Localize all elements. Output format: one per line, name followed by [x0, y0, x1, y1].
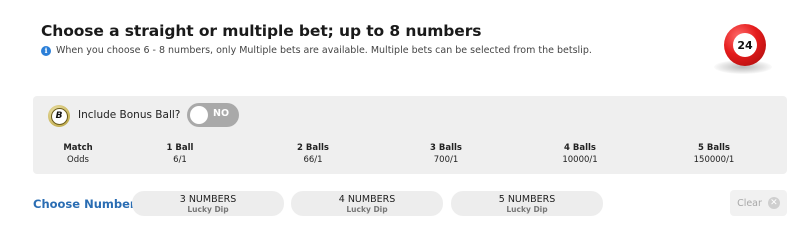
- odds-value: 10000/1: [562, 155, 598, 165]
- odds-value: 150000/1: [693, 155, 735, 165]
- odds-heading: 2 Balls: [297, 143, 329, 153]
- odds-value: 66/1: [303, 155, 323, 165]
- clear-button[interactable]: Clear ✕: [730, 190, 787, 216]
- lucky-dip-subtitle: Lucky Dip: [506, 205, 548, 214]
- lucky-dip-title: 3 NUMBERS: [179, 194, 237, 205]
- bonus-ball-icon: B: [48, 105, 70, 127]
- bonus-ball-letter: B: [50, 107, 68, 125]
- lucky-dip-subtitle: Lucky Dip: [346, 205, 388, 214]
- odds-heading: 3 Balls: [430, 143, 462, 153]
- lucky-dip-title: 5 NUMBERS: [498, 194, 556, 205]
- lucky-dip-subtitle: Lucky Dip: [187, 205, 229, 214]
- toggle-state-label: NO: [213, 108, 230, 119]
- bonus-odds-panel: B Include Bonus Ball? NO Match Odds 1 Ba…: [33, 96, 787, 174]
- choose-numbers-label: Choose Numbers: [33, 197, 143, 211]
- odds-column-match: Match Odds: [28, 142, 128, 166]
- page-title: Choose a straight or multiple bet; up to…: [41, 22, 482, 40]
- odds-value: 6/1: [173, 155, 187, 165]
- info-icon: i: [41, 45, 51, 56]
- odds-heading: 4 Balls: [564, 143, 596, 153]
- bonus-ball-toggle[interactable]: NO: [187, 103, 239, 127]
- lottery-ball: 24: [724, 24, 766, 66]
- ball-number: 24: [733, 33, 757, 57]
- odds-heading: Match: [63, 143, 93, 153]
- odds-column-4-balls: 4 Balls 10000/1: [530, 142, 630, 166]
- odds-value: 700/1: [433, 155, 459, 165]
- lucky-dip-title: 4 NUMBERS: [338, 194, 396, 205]
- lottery-ball-graphic: 24: [712, 24, 776, 76]
- lucky-dip-4-numbers-button[interactable]: 4 NUMBERS Lucky Dip: [291, 191, 443, 216]
- odds-heading: 1 Ball: [166, 143, 194, 153]
- lucky-dip-5-numbers-button[interactable]: 5 NUMBERS Lucky Dip: [451, 191, 603, 216]
- odds-column-2-balls: 2 Balls 66/1: [263, 142, 363, 166]
- odds-heading: 5 Balls: [698, 143, 730, 153]
- odds-column-3-balls: 3 Balls 700/1: [396, 142, 496, 166]
- close-icon: ✕: [767, 197, 780, 209]
- info-text: When you choose 6 - 8 numbers, only Mult…: [56, 45, 592, 56]
- odds-column-5-balls: 5 Balls 150000/1: [664, 142, 764, 166]
- lucky-dip-3-numbers-button[interactable]: 3 NUMBERS Lucky Dip: [132, 191, 284, 216]
- odds-value: Odds: [67, 155, 89, 165]
- bonus-ball-label: Include Bonus Ball?: [78, 109, 181, 121]
- clear-label: Clear: [737, 197, 762, 209]
- info-notice: i When you choose 6 - 8 numbers, only Mu…: [41, 45, 592, 56]
- toggle-knob: [190, 106, 208, 124]
- odds-column-1-ball: 1 Ball 6/1: [130, 142, 230, 166]
